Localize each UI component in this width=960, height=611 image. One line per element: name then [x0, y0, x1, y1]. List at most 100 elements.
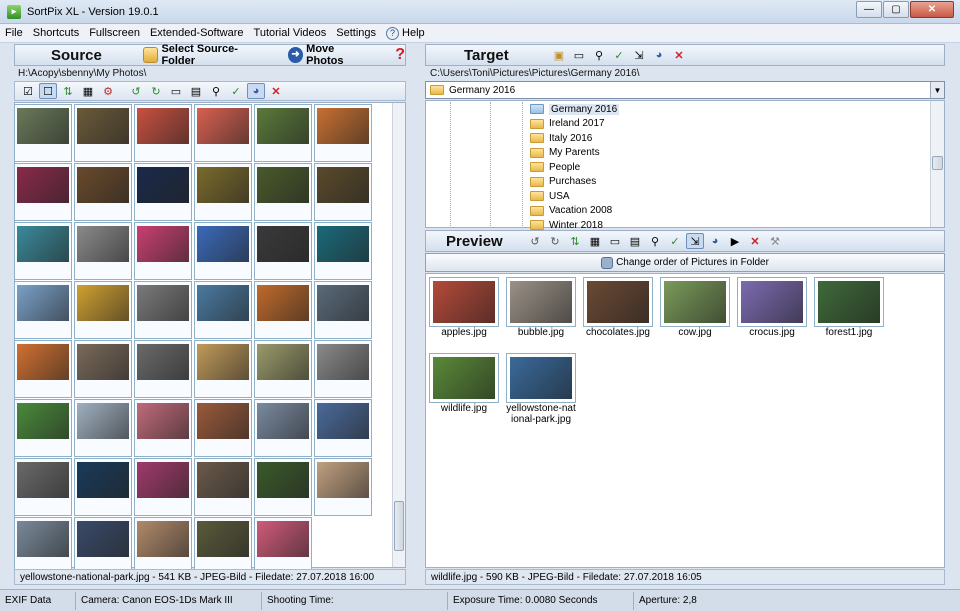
select-source-folder-button[interactable]: Select Source-Folder — [143, 43, 266, 67]
maximize-button[interactable]: ▢ — [883, 1, 909, 18]
resize-icon[interactable]: ▭ — [167, 83, 185, 99]
source-thumbnail[interactable] — [254, 340, 312, 398]
source-thumbnail[interactable] — [194, 517, 252, 575]
source-thumbnail[interactable] — [14, 340, 72, 398]
source-thumbnail[interactable] — [74, 163, 132, 221]
source-thumbnail[interactable] — [134, 163, 192, 221]
preview-search-icon[interactable]: ⚲ — [646, 233, 664, 249]
source-thumbnail[interactable] — [74, 399, 132, 457]
source-thumbnail[interactable] — [194, 340, 252, 398]
target-view-icon[interactable]: ◕ — [650, 47, 668, 63]
source-thumbnail[interactable] — [194, 222, 252, 280]
source-thumbnail[interactable] — [134, 281, 192, 339]
preview-photo[interactable] — [660, 277, 730, 327]
source-thumbnail[interactable] — [254, 104, 312, 162]
rename-icon[interactable]: ▭ — [570, 47, 588, 63]
source-thumbnail[interactable] — [14, 458, 72, 516]
source-thumbnail[interactable] — [74, 222, 132, 280]
preview-photo[interactable] — [737, 277, 807, 327]
chevron-down-icon[interactable]: ▼ — [930, 82, 944, 98]
source-thumbnail[interactable] — [254, 458, 312, 516]
tree-folder-item[interactable]: People — [530, 160, 580, 174]
close-button[interactable]: ✕ — [910, 1, 954, 18]
source-thumbnail[interactable] — [314, 458, 372, 516]
preview-resize-icon[interactable]: ▭ — [606, 233, 624, 249]
new-folder-icon[interactable]: ▣ — [550, 47, 568, 63]
preview-export-icon[interactable]: ▶ — [726, 233, 744, 249]
preview-view-icon[interactable]: ◕ — [706, 233, 724, 249]
tree-folder-item[interactable]: Germany 2016 — [530, 102, 620, 116]
source-thumbnail[interactable] — [74, 340, 132, 398]
source-thumbnail[interactable] — [314, 222, 372, 280]
source-thumbnail[interactable] — [134, 458, 192, 516]
preview-photo[interactable] — [429, 353, 499, 403]
preview-rotate-left-icon[interactable]: ↺ — [526, 233, 544, 249]
source-thumbnail[interactable] — [134, 517, 192, 575]
preview-photo[interactable] — [506, 353, 576, 403]
uncheck-all-icon[interactable]: ☐ — [39, 83, 57, 99]
change-order-button[interactable]: Change order of Pictures in Folder — [425, 253, 945, 272]
source-thumbnail[interactable] — [14, 163, 72, 221]
menu-shortcuts[interactable]: Shortcuts — [28, 27, 84, 39]
source-thumbnail[interactable] — [134, 399, 192, 457]
preview-sort-icon[interactable]: ⇅ — [566, 233, 584, 249]
preview-move-icon[interactable]: ⇲ — [686, 233, 704, 249]
target-folder-combo[interactable]: Germany 2016 ▼ — [425, 81, 945, 99]
source-thumbnail[interactable] — [314, 340, 372, 398]
source-thumbnail[interactable] — [74, 517, 132, 575]
preview-grid-icon[interactable]: ▦ — [586, 233, 604, 249]
source-thumbnail[interactable] — [194, 163, 252, 221]
preview-rotate-right-icon[interactable]: ↻ — [546, 233, 564, 249]
check-all-icon[interactable]: ☑ — [19, 83, 37, 99]
search-icon[interactable]: ⚲ — [207, 83, 225, 99]
move-photos-button[interactable]: ➜ Move Photos — [287, 43, 371, 67]
preview-check-icon[interactable]: ✓ — [666, 233, 684, 249]
preview-photo[interactable] — [583, 277, 653, 327]
source-thumbnail[interactable] — [254, 517, 312, 575]
source-thumbnail[interactable] — [194, 458, 252, 516]
source-thumbnail[interactable] — [314, 104, 372, 162]
tree-scrollbar[interactable] — [930, 101, 944, 227]
tree-folder-item[interactable]: Purchases — [530, 175, 596, 189]
preview-disabled-icon[interactable]: ⚒ — [766, 233, 784, 249]
source-thumbnail[interactable] — [314, 281, 372, 339]
help-question-icon[interactable]: ? — [395, 46, 405, 64]
preview-photo[interactable] — [814, 277, 884, 327]
tree-folder-item[interactable]: USA — [530, 189, 570, 203]
menu-file[interactable]: File — [0, 27, 28, 39]
preview-photo[interactable] — [506, 277, 576, 327]
source-thumbnail[interactable] — [134, 104, 192, 162]
tree-folder-item[interactable]: Ireland 2017 — [530, 117, 605, 131]
menu-extended-software[interactable]: Extended-Software — [145, 27, 249, 39]
delete-icon[interactable]: ✕ — [267, 83, 285, 99]
source-thumbnail[interactable] — [254, 399, 312, 457]
document-icon[interactable]: ▤ — [187, 83, 205, 99]
source-thumbnail[interactable] — [74, 458, 132, 516]
target-search-icon[interactable]: ⚲ — [590, 47, 608, 63]
tree-folder-item[interactable]: My Parents — [530, 146, 600, 160]
grid-icon[interactable]: ▦ — [79, 83, 97, 99]
source-thumbnail[interactable] — [254, 281, 312, 339]
sort-icon[interactable]: ⇅ — [59, 83, 77, 99]
source-thumbnail[interactable] — [254, 163, 312, 221]
source-thumbnail[interactable] — [194, 281, 252, 339]
tree-folder-item[interactable]: Italy 2016 — [530, 131, 592, 145]
save-icon[interactable]: ✓ — [227, 83, 245, 99]
source-thumbnail[interactable] — [74, 104, 132, 162]
target-delete-icon[interactable]: ✕ — [670, 47, 688, 63]
rotate-left-icon[interactable]: ↺ — [127, 83, 145, 99]
menu-help[interactable]: ? Help — [381, 26, 430, 40]
source-thumbnail[interactable] — [14, 222, 72, 280]
view-icon[interactable]: ◕ — [247, 83, 265, 99]
source-thumbnail[interactable] — [14, 104, 72, 162]
menu-tutorial-videos[interactable]: Tutorial Videos — [249, 27, 332, 39]
source-thumbnail[interactable] — [14, 517, 72, 575]
source-thumbnail[interactable] — [74, 281, 132, 339]
settings-icon[interactable]: ⚙ — [99, 83, 117, 99]
source-thumbnail[interactable] — [314, 163, 372, 221]
source-thumbnail[interactable] — [194, 399, 252, 457]
tree-folder-item[interactable]: Vacation 2008 — [530, 204, 612, 218]
preview-delete-icon[interactable]: ✕ — [746, 233, 764, 249]
rotate-right-icon[interactable]: ↻ — [147, 83, 165, 99]
source-thumbnail[interactable] — [14, 399, 72, 457]
